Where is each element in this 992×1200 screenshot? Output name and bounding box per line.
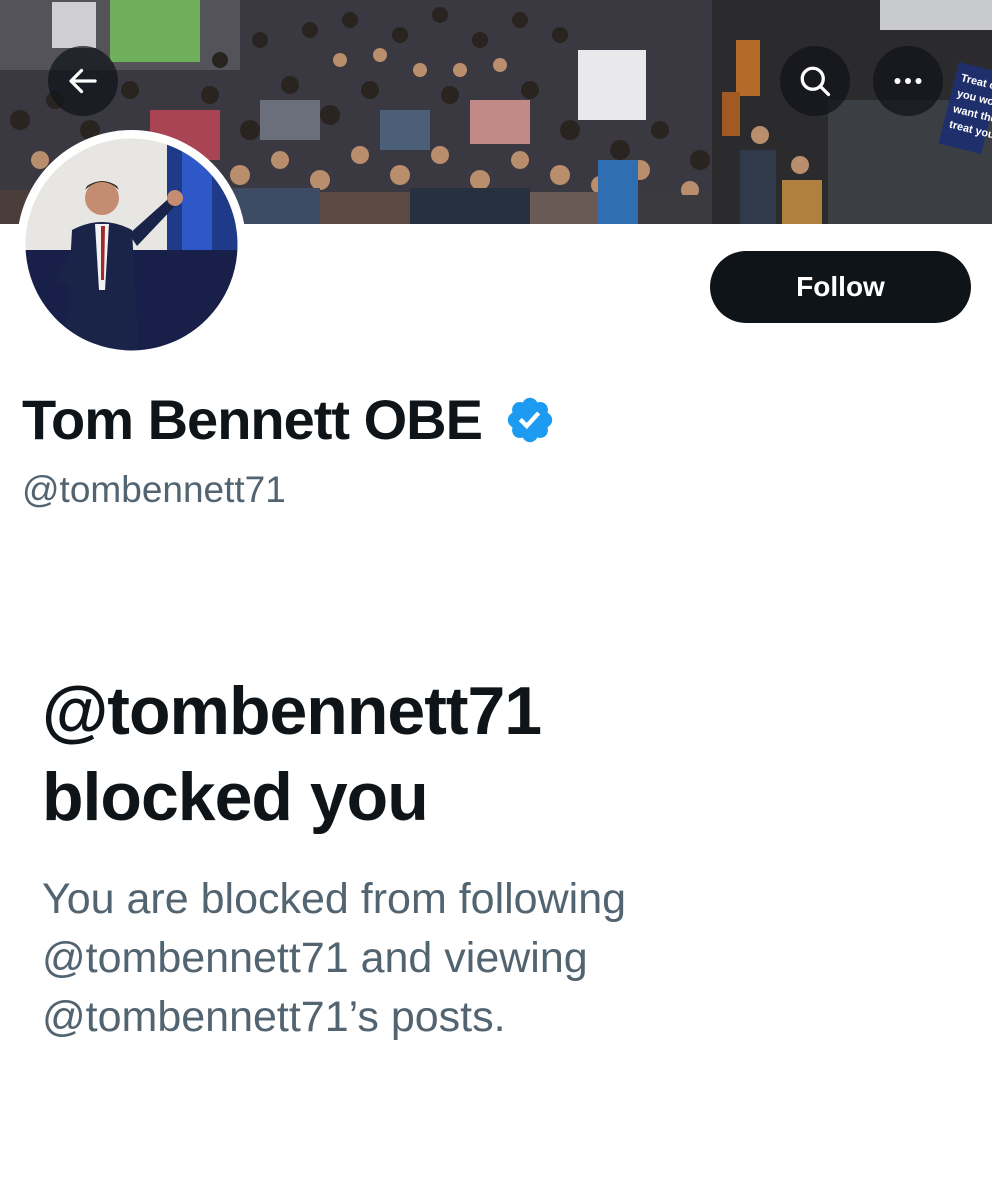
follow-button[interactable]: Follow — [710, 251, 971, 323]
verified-badge-icon[interactable] — [504, 394, 556, 446]
display-name-row: Tom Bennett OBE — [22, 388, 556, 452]
blocked-description-line: @tombennett71’s posts. — [42, 993, 506, 1041]
search-icon — [800, 66, 831, 97]
more-horizontal-icon — [894, 78, 922, 84]
back-button[interactable] — [48, 46, 118, 116]
blocked-title: @tombennett71 blocked you — [42, 668, 942, 840]
blocked-title-line: @tombennett71 — [42, 673, 542, 749]
profile-avatar[interactable] — [17, 130, 246, 359]
display-name: Tom Bennett OBE — [22, 388, 483, 451]
search-button[interactable] — [780, 46, 850, 116]
blocked-description-line: You are blocked from following — [42, 875, 627, 923]
blocked-description: You are blocked from following @tombenne… — [42, 870, 942, 1047]
profile-handle: @tombennett71 — [22, 469, 286, 510]
arrow-left-icon — [69, 68, 97, 94]
profile-page: Treat others you would want them to trea… — [0, 0, 992, 1200]
more-options-button[interactable] — [873, 46, 943, 116]
blocked-description-line: @tombennett71 and viewing — [42, 934, 588, 982]
blocked-title-line: blocked you — [42, 759, 429, 835]
avatar-photo — [17, 130, 246, 359]
